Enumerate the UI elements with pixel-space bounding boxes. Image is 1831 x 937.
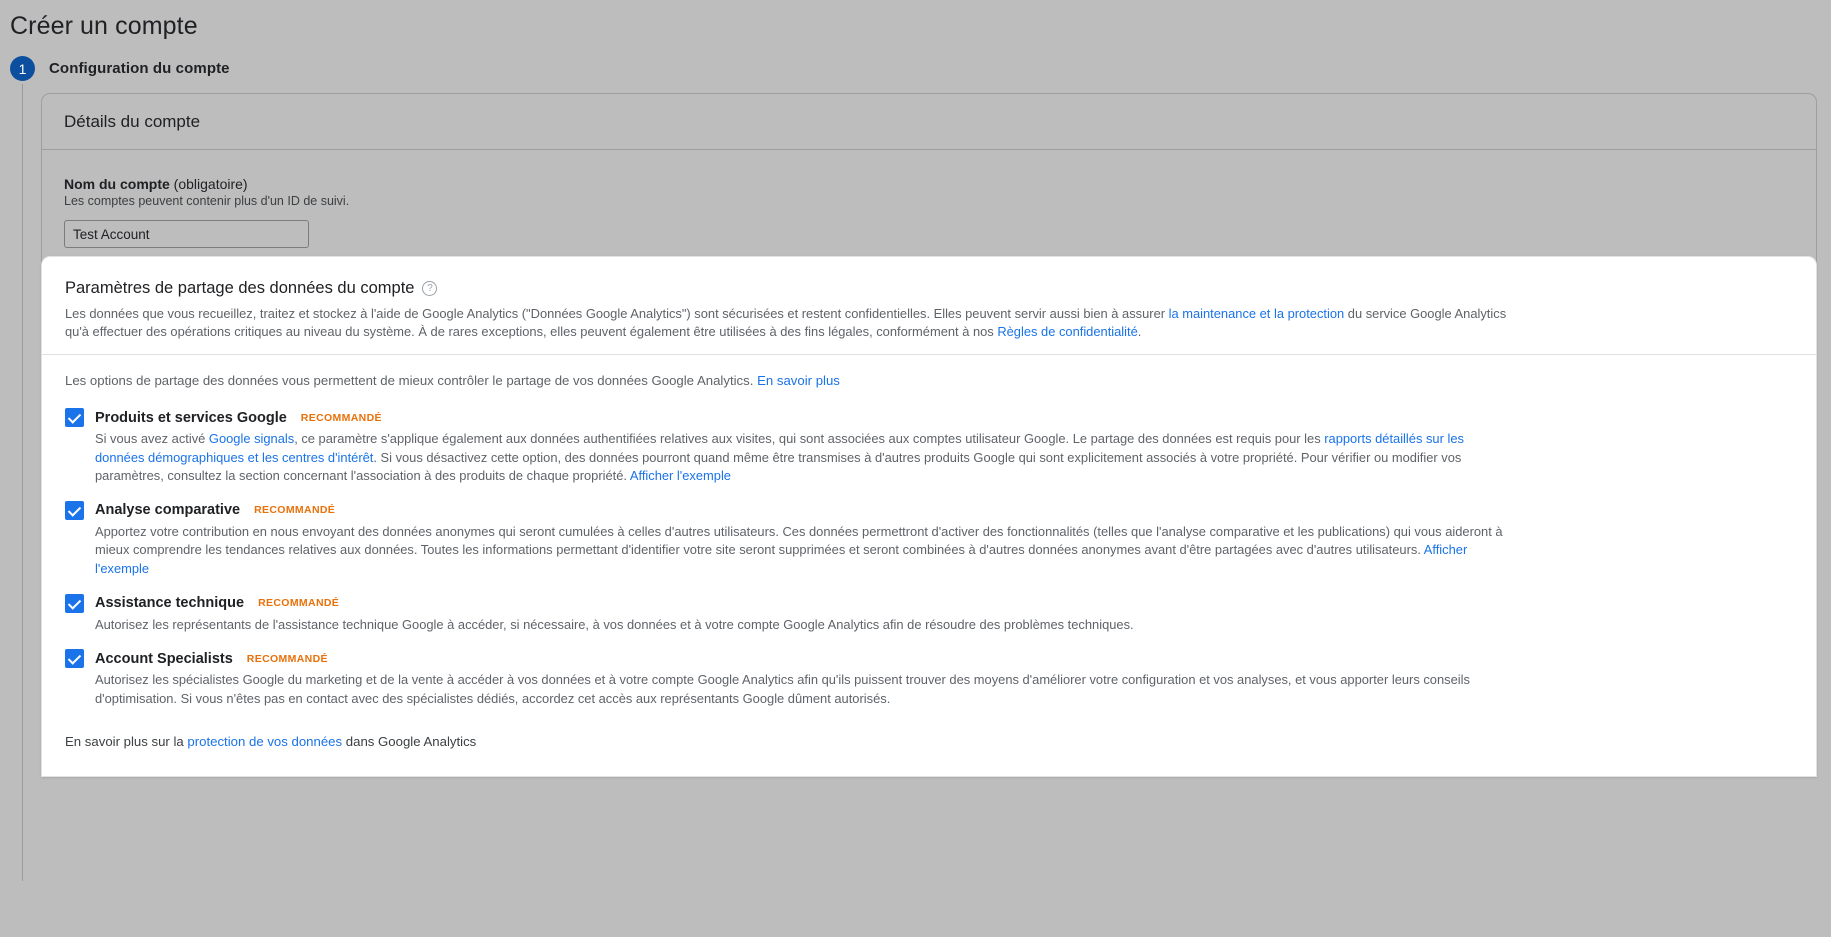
checkbox-checked-icon[interactable] <box>65 593 84 613</box>
data-sharing-card-header: Paramètres de partage des données du com… <box>42 257 1816 355</box>
options-intro-text: Les options de partage des données vous … <box>65 373 758 388</box>
data-sharing-intro-paragraph: Les données que vous recueillez, traitez… <box>65 305 1517 340</box>
step-label: Configuration du compte <box>49 60 230 77</box>
intro-text-1: Les données que vous recueillez, traitez… <box>65 306 1169 321</box>
account-details-card-header: Détails du compte <box>42 94 1816 150</box>
checkbox-checked-icon[interactable] <box>65 408 84 427</box>
checkbox-checked-icon[interactable] <box>65 500 84 520</box>
sharing-option: Produits et services Google RECOMMANDÉ Si … <box>65 408 1793 486</box>
options-intro-line: Les options de partage des données vous … <box>65 373 1793 388</box>
create-account-page: Créer un compte 1 Configuration du compt… <box>0 0 1831 937</box>
account-name-input[interactable]: Test Account <box>64 220 309 248</box>
sharing-option-header: Produits et services Google RECOMMANDÉ <box>65 408 1793 427</box>
sharing-option-description: Apportez votre contribution en nous envo… <box>95 523 1515 579</box>
sharing-option-header: Analyse comparative RECOMMANDÉ <box>65 500 1793 520</box>
sharing-option-description: Si vous avez activé Google signals, ce p… <box>95 430 1515 486</box>
inline-link[interactable]: Google signals <box>209 431 294 446</box>
sharing-option-title: Analyse comparative <box>95 502 241 519</box>
inline-link[interactable]: Afficher l'exemple <box>630 468 731 483</box>
account-name-label-required: (obligatoire) <box>169 176 248 192</box>
inline-text: Apportez votre contribution en nous envo… <box>95 523 1503 558</box>
sharing-option-title: Account Specialists <box>95 650 233 667</box>
data-protection-footer: En savoir plus sur la protection de vos … <box>65 734 1793 749</box>
inline-text: , ce paramètre s'applique également aux … <box>294 431 1325 446</box>
inline-text: Autorisez les spécialistes Google du mar… <box>95 672 1470 706</box>
sharing-option: Assistance technique RECOMMANDÉ Autorisez … <box>65 593 1793 635</box>
sharing-option: Analyse comparative RECOMMANDÉ Apportez vo… <box>65 500 1793 579</box>
sharing-option: Account Specialists RECOMMANDÉ Autorisez l… <box>65 649 1793 708</box>
checkbox-checked-icon[interactable] <box>65 649 84 669</box>
sharing-option-header: Assistance technique RECOMMANDÉ <box>65 593 1793 613</box>
account-name-label: Nom du compte (obligatoire) <box>64 176 1794 192</box>
intro-text-3: . <box>1137 323 1142 339</box>
account-details-title: Détails du compte <box>64 111 201 131</box>
learn-more-link[interactable]: En savoir plus <box>757 373 840 388</box>
maintenance-protection-link[interactable]: la maintenance et la protection <box>1169 306 1345 321</box>
sharing-options-list: Produits et services Google RECOMMANDÉ Si … <box>65 408 1793 708</box>
data-sharing-card-body: Les options de partage des données vous … <box>42 355 1816 769</box>
recommended-badge: RECOMMANDÉ <box>246 652 328 665</box>
data-sharing-title-row: Paramètres de partage des données du com… <box>65 279 1793 298</box>
footer-text-before: En savoir plus sur la <box>65 734 188 750</box>
data-sharing-card: Paramètres de partage des données du com… <box>41 256 1817 777</box>
account-name-label-bold: Nom du compte <box>64 176 170 192</box>
recommended-badge: RECOMMANDÉ <box>258 597 340 610</box>
help-icon[interactable]: ? <box>422 281 438 296</box>
privacy-policy-link[interactable]: Règles de confidentialité <box>997 324 1137 339</box>
data-protection-link[interactable]: protection de vos données <box>187 734 342 749</box>
recommended-badge: RECOMMANDÉ <box>300 411 382 424</box>
sharing-option-header: Account Specialists RECOMMANDÉ <box>65 649 1793 669</box>
account-name-hint: Les comptes peuvent contenir plus d'un I… <box>64 194 350 208</box>
data-sharing-title: Paramètres de partage des données du com… <box>65 279 415 297</box>
sharing-option-description: Autorisez les représentants de l'assista… <box>95 616 1515 635</box>
step-indicator-row: 1 Configuration du compte <box>10 56 230 81</box>
inline-text: Si vous avez activé <box>95 431 209 446</box>
account-details-card: Détails du compte Nom du compte (obligat… <box>41 93 1817 277</box>
recommended-badge: RECOMMANDÉ <box>254 504 336 517</box>
footer-text-after: dans Google Analytics <box>342 734 477 750</box>
inline-text: Autorisez les représentants de l'assista… <box>95 616 1134 632</box>
sharing-option-description: Autorisez les spécialistes Google du mar… <box>95 671 1515 708</box>
step-connector-line <box>22 84 23 881</box>
sharing-option-title: Produits et services Google <box>95 409 287 426</box>
page-title: Créer un compte <box>10 12 198 40</box>
sharing-option-title: Assistance technique <box>95 595 245 612</box>
step-number-badge: 1 <box>10 56 35 81</box>
